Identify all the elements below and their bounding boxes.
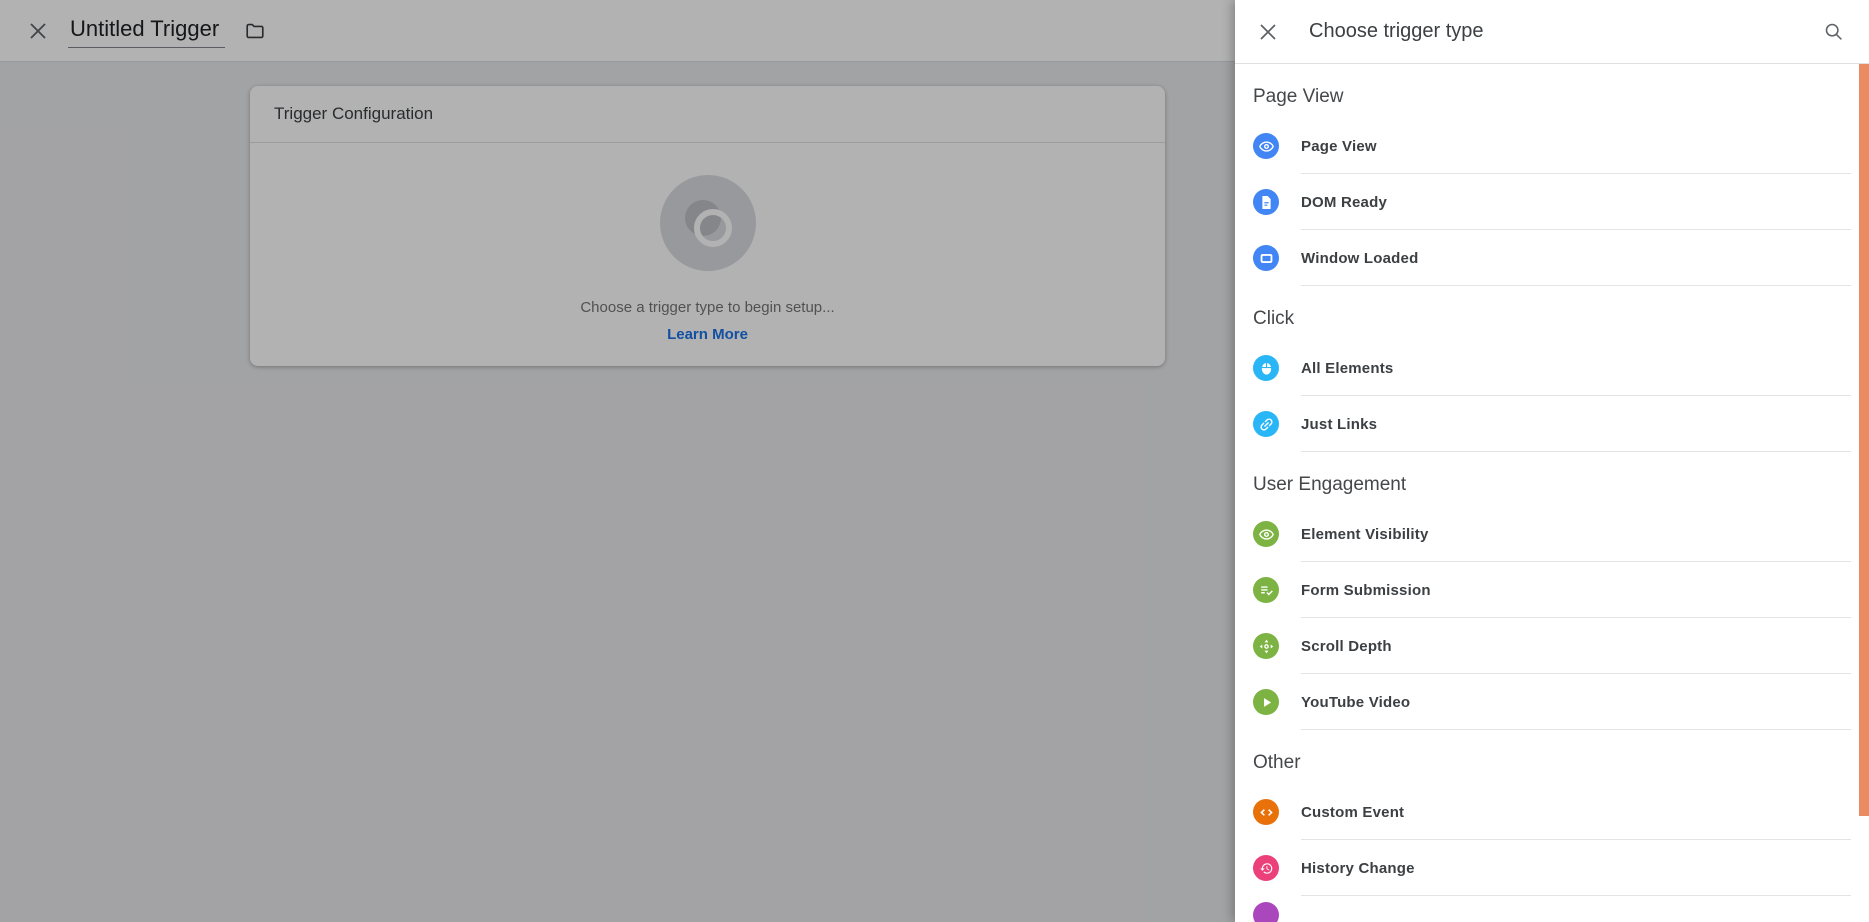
trigger-type-custom-event[interactable]: Custom Event bbox=[1235, 784, 1869, 840]
trigger-type-partial[interactable] bbox=[1235, 896, 1869, 922]
trigger-type-label: History Change bbox=[1301, 860, 1415, 877]
trigger-type-label: Scroll Depth bbox=[1301, 638, 1392, 655]
panel-scrollbar-thumb[interactable] bbox=[1859, 64, 1869, 816]
search-icon bbox=[1823, 21, 1844, 42]
trigger-type-label: Just Links bbox=[1301, 416, 1377, 433]
choose-trigger-type-panel: Choose trigger type Page View Page View DO… bbox=[1235, 0, 1869, 922]
panel-header: Choose trigger type bbox=[1235, 0, 1869, 64]
trigger-type-scroll-depth[interactable]: Scroll Depth bbox=[1235, 618, 1869, 674]
trigger-type-label: Window Loaded bbox=[1301, 250, 1418, 267]
history-icon bbox=[1253, 855, 1279, 881]
eye-icon bbox=[1253, 133, 1279, 159]
close-panel-button[interactable] bbox=[1254, 18, 1282, 46]
link-icon bbox=[1253, 411, 1279, 437]
eye-icon bbox=[1253, 521, 1279, 547]
gtm-trigger-editor: Untitled Trigger Trigger Configuration C… bbox=[0, 0, 1869, 922]
section-title-click: Click bbox=[1235, 286, 1869, 340]
circle-icon bbox=[1253, 902, 1279, 922]
trigger-type-window-loaded[interactable]: Window Loaded bbox=[1235, 230, 1869, 286]
trigger-type-form-submission[interactable]: Form Submission bbox=[1235, 562, 1869, 618]
search-button[interactable] bbox=[1819, 18, 1847, 46]
trigger-type-youtube-video[interactable]: YouTube Video bbox=[1235, 674, 1869, 730]
panel-sections: Page View Page View DOM Ready Window Loaded… bbox=[1235, 64, 1869, 922]
mouse-icon bbox=[1253, 355, 1279, 381]
document-icon bbox=[1253, 189, 1279, 215]
trigger-type-label: All Elements bbox=[1301, 360, 1393, 377]
trigger-type-dom-ready[interactable]: DOM Ready bbox=[1235, 174, 1869, 230]
trigger-type-element-visibility[interactable]: Element Visibility bbox=[1235, 506, 1869, 562]
trigger-type-history-change[interactable]: History Change bbox=[1235, 840, 1869, 896]
form-check-icon bbox=[1253, 577, 1279, 603]
section-title-user-engagement: User Engagement bbox=[1235, 452, 1869, 506]
trigger-type-label: Custom Event bbox=[1301, 804, 1404, 821]
trigger-type-label: YouTube Video bbox=[1301, 694, 1410, 711]
modal-dim-overlay bbox=[0, 0, 1235, 922]
trigger-type-page-view[interactable]: Page View bbox=[1235, 118, 1869, 174]
panel-title: Choose trigger type bbox=[1309, 20, 1819, 43]
section-title-other: Other bbox=[1235, 730, 1869, 784]
move-icon bbox=[1253, 633, 1279, 659]
trigger-type-just-links[interactable]: Just Links bbox=[1235, 396, 1869, 452]
section-title-page-view: Page View bbox=[1235, 64, 1869, 118]
close-icon bbox=[1258, 22, 1278, 42]
trigger-type-label: DOM Ready bbox=[1301, 194, 1387, 211]
trigger-type-label: Element Visibility bbox=[1301, 526, 1429, 543]
trigger-type-label: Form Submission bbox=[1301, 582, 1431, 599]
trigger-type-label: Page View bbox=[1301, 138, 1377, 155]
play-icon bbox=[1253, 689, 1279, 715]
trigger-type-all-elements[interactable]: All Elements bbox=[1235, 340, 1869, 396]
code-icon bbox=[1253, 799, 1279, 825]
window-icon bbox=[1253, 245, 1279, 271]
